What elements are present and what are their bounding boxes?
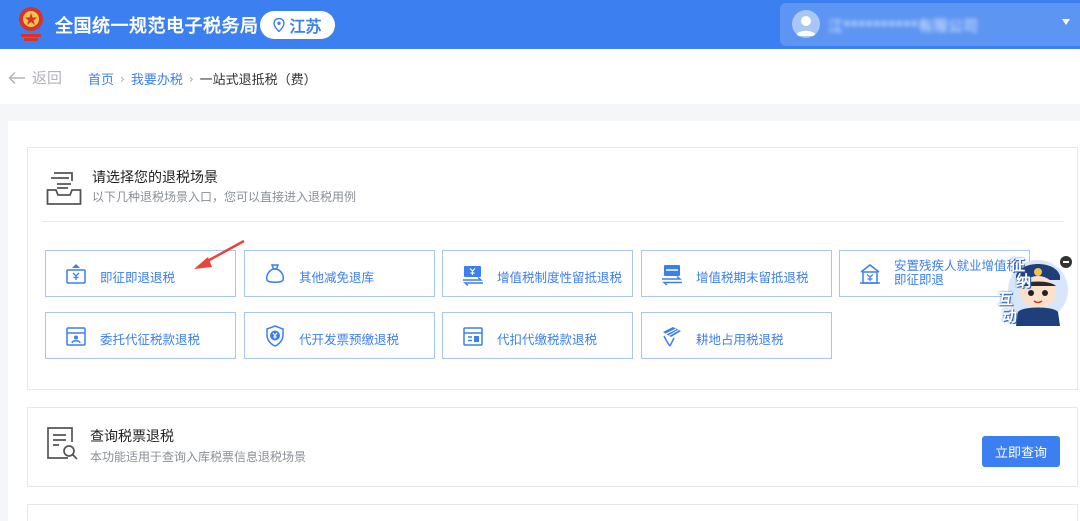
tile-label: 增值税期末留抵退税 [696, 270, 809, 285]
mascot-collapse-button[interactable] [1060, 256, 1072, 268]
national-emblem-icon [19, 7, 43, 41]
commission-icon [66, 327, 86, 346]
tile-label: 即征即退退税 [100, 270, 176, 285]
breadcrumb-separator: › [120, 71, 125, 86]
tile-label: 代扣代缴税款退税 [497, 332, 598, 347]
ticket-query-description: 本功能适用于查询入库税票信息退税场景 [90, 450, 307, 464]
money-bag-icon [266, 264, 284, 283]
shield-yuan-icon [266, 325, 284, 347]
tile-label: 增值税制度性留抵退税 [497, 270, 623, 285]
arrow-left-icon [8, 71, 25, 84]
refund-scenario-title: 请选择您的退税场景 [92, 170, 218, 186]
refund-scenario-card: 请选择您的退税场景 以下几种退税场景入口，您可以直接进入退税用例 即征即退退税 … [27, 147, 1078, 390]
tile-label: 其他减免退库 [299, 270, 375, 285]
main-content: 请选择您的退税场景 以下几种退税场景入口，您可以直接进入退税用例 即征即退退税 … [8, 121, 1080, 521]
region-selector[interactable]: 江苏 [260, 11, 335, 39]
farmland-icon [663, 327, 681, 347]
ticket-query-title: 查询税票退税 [90, 429, 174, 445]
user-name: 江**********有限公司 [828, 17, 979, 35]
query-now-button[interactable]: 立即查询 [982, 436, 1060, 467]
tile-withholding[interactable]: 代扣代缴税款退税 [442, 312, 633, 359]
mascot-char: 纳 [1016, 272, 1032, 290]
breadcrumb: 首页 › 我要办税 › 一站式退抵税（费） [88, 69, 317, 89]
tile-invoice-prepayment[interactable]: 代开发票预缴退税 [244, 312, 435, 359]
breadcrumb-current: 一站式退抵税（费） [199, 73, 317, 88]
back-label: 返回 [32, 69, 63, 87]
yuan-exchange-icon [463, 266, 483, 286]
tile-label-line2: 即征即退 [894, 272, 945, 287]
divider [42, 221, 1064, 222]
breadcrumb-separator: › [188, 71, 194, 86]
withholding-icon [463, 327, 483, 346]
breadcrumb-bar: 返回 首页 › 我要办税 › 一站式退抵税（费） [0, 49, 1080, 104]
tile-farmland-tax[interactable]: 耕地占用税退税 [641, 312, 832, 359]
site-title: 全国统一规范电子税务局 [55, 16, 259, 37]
tile-vat-institutional[interactable]: 增值税制度性留抵退税 [442, 250, 633, 297]
breadcrumb-home[interactable]: 首页 [88, 69, 114, 88]
caret-down-icon [1062, 19, 1070, 25]
tile-commission-collection[interactable]: 委托代征税款退税 [45, 312, 236, 359]
ticket-query-card: 查询税票退税 本功能适用于查询入库税票信息退税场景 立即查询 [27, 407, 1078, 487]
tile-label: 耕地占用税退税 [696, 332, 784, 347]
interaction-mascot[interactable]: 征 纳 互 动 [990, 250, 1070, 326]
tile-label: 代开发票预缴退税 [299, 332, 400, 347]
user-menu[interactable]: 江**********有限公司 [780, 3, 1080, 46]
user-avatar [792, 10, 820, 38]
refund-scenario-description: 以下几种退税场景入口，您可以直接进入退税用例 [92, 190, 357, 204]
region-label: 江苏 [289, 17, 322, 36]
back-button[interactable]: 返回 [8, 67, 62, 88]
inbox-tray-icon [46, 172, 82, 205]
location-pin-icon [273, 18, 286, 32]
tile-label: 委托代征税款退税 [100, 332, 201, 347]
refund-doc-icon [66, 264, 86, 284]
next-section-card [27, 504, 1078, 521]
building-yuan-icon [860, 264, 880, 284]
document-search-icon [47, 427, 78, 460]
mascot-char: 动 [1002, 307, 1018, 325]
tile-other-reduction[interactable]: 其他减免退库 [244, 250, 435, 297]
top-header: 全国统一规范电子税务局 江苏 江**********有限公司 [0, 0, 1080, 49]
card-exchange-icon [662, 265, 682, 286]
tile-vat-period-end[interactable]: 增值税期末留抵退税 [641, 250, 832, 297]
annotation-arrow-icon [194, 239, 245, 269]
breadcrumb-tax-service[interactable]: 我要办税 [131, 69, 183, 88]
user-icon [796, 16, 816, 36]
